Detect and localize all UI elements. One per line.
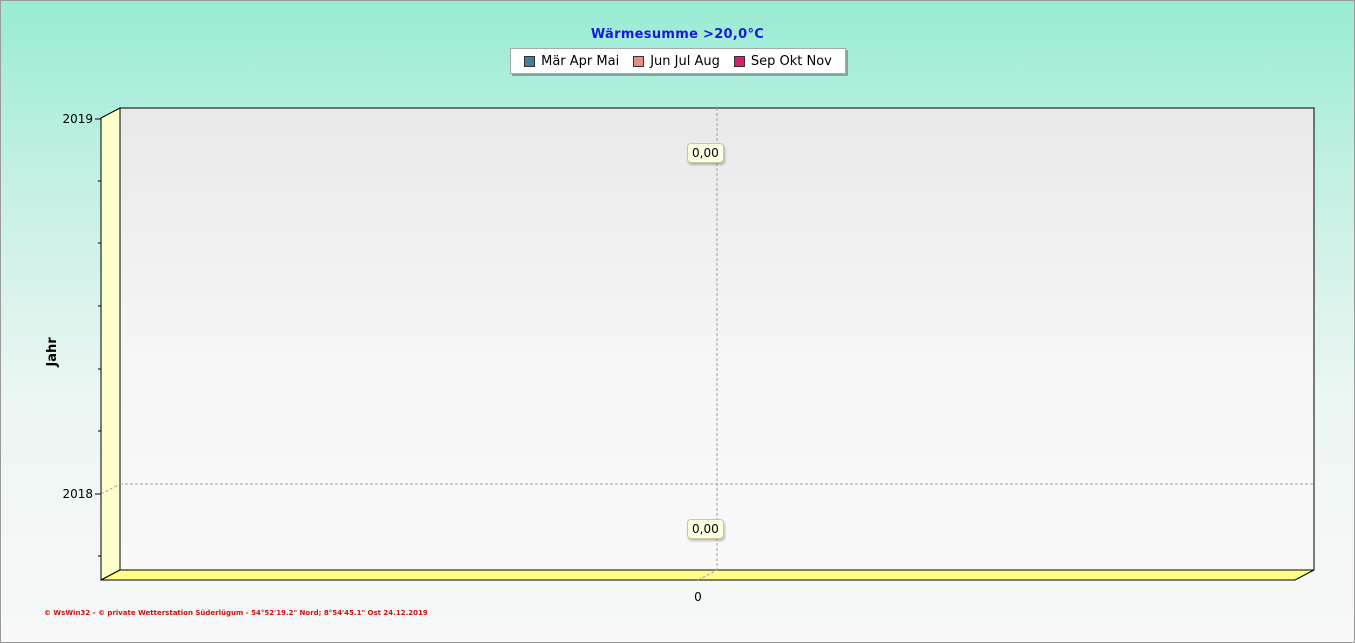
footer-credit: © WsWin32 - © private Wetterstation Süde… — [44, 609, 428, 617]
y-tick-label: 2018 — [62, 487, 93, 501]
data-label: 0,00 — [687, 519, 724, 539]
plot-side-wall — [100, 107, 121, 581]
x-tick-label: 0 — [694, 590, 702, 604]
y-axis-title: Jahr — [45, 337, 60, 368]
chart-plot: 2018 2019 0 Jahr — [45, 107, 1315, 604]
y-tick-label: 2019 — [62, 112, 93, 126]
data-label: 0,00 — [687, 143, 724, 163]
